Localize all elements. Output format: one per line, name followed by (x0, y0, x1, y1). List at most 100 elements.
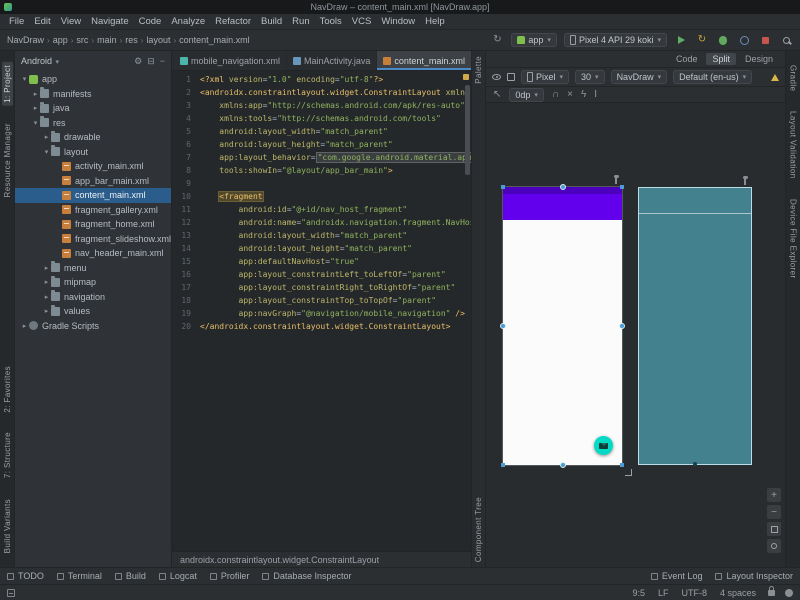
sync-project-button[interactable]: ↻ (490, 33, 504, 47)
tree-item-fragment-home-xml[interactable]: fragment_home.xml (15, 217, 171, 232)
code-line[interactable]: 2<androidx.constraintlayout.widget.Const… (172, 86, 471, 99)
expand-icon[interactable]: ▸ (42, 278, 51, 286)
tree-item-res[interactable]: ▾res (15, 116, 171, 131)
profiler-button[interactable] (737, 33, 751, 47)
constraint-anchor-right[interactable] (619, 323, 625, 329)
code-line[interactable]: 3 xmlns:app="http://schemas.android.com/… (172, 99, 471, 112)
menu-help[interactable]: Help (420, 16, 450, 27)
tree-item-gradle-scripts[interactable]: ▸Gradle Scripts (15, 319, 171, 334)
breadcrumb-main[interactable]: main (97, 35, 117, 45)
breadcrumb-app[interactable]: app (53, 35, 68, 45)
tree-item-activity-main-xml[interactable]: activity_main.xml (15, 159, 171, 174)
toolwindow-profiler[interactable]: Profiler (210, 571, 250, 581)
menu-analyze[interactable]: Analyze (166, 16, 210, 27)
tool-stripe-build-variants[interactable]: Build Variants (2, 496, 13, 556)
view-mode-design[interactable]: Design (739, 53, 779, 65)
code-line[interactable]: 9 (172, 177, 471, 190)
code-line[interactable]: 10 <fragment (172, 190, 471, 203)
menu-tools[interactable]: Tools (315, 16, 347, 27)
warning-icon[interactable] (771, 74, 779, 81)
zoom-out-button[interactable]: − (767, 505, 781, 519)
resize-corner-bottom-right[interactable] (620, 463, 624, 467)
tree-item-mipmap[interactable]: ▸mipmap (15, 275, 171, 290)
toolwindow-event-log[interactable]: Event Log (651, 571, 703, 581)
code-line[interactable]: 6 android:layout_height="match_parent" (172, 138, 471, 151)
component-tree-tab[interactable]: Component Tree (474, 497, 483, 562)
stop-button[interactable] (758, 33, 772, 47)
code-line[interactable]: 8 tools:showIn="@layout/app_bar_main"> (172, 164, 471, 177)
expand-icon[interactable]: ▸ (42, 133, 51, 141)
code-editor[interactable]: 1<?xml version="1.0" encoding="utf-8"?>2… (172, 71, 471, 551)
tool-stripe-device-file-explorer[interactable]: Device File Explorer (788, 196, 799, 282)
breadcrumb-navdraw[interactable]: NavDraw (7, 35, 44, 45)
resize-corner-top-right[interactable] (620, 185, 624, 189)
tool-stripe-gradle[interactable]: Gradle (788, 62, 799, 94)
menu-navigate[interactable]: Navigate (86, 16, 134, 27)
tree-item-drawable[interactable]: ▸drawable (15, 130, 171, 145)
view-mode-code[interactable]: Code (670, 53, 704, 65)
infer-constraints-icon[interactable]: ϟ (581, 90, 586, 100)
design-preview-phone[interactable] (503, 187, 622, 465)
expand-icon[interactable]: ▸ (42, 264, 51, 272)
design-canvas[interactable]: + − (486, 103, 785, 567)
view-options-icon[interactable] (492, 74, 501, 80)
editor-tab-mobile-navigation-xml[interactable]: mobile_navigation.xml (174, 51, 287, 70)
collapse-all-icon[interactable]: ⊟ (147, 56, 155, 67)
editor-scrollbar[interactable] (465, 85, 470, 175)
expand-icon[interactable]: ▾ (20, 75, 29, 83)
tree-item-app-bar-main-xml[interactable]: app_bar_main.xml (15, 174, 171, 189)
run-configuration-selector[interactable]: app ▾ (511, 33, 557, 47)
clear-constraints-icon[interactable]: × (567, 90, 573, 100)
breadcrumb-src[interactable]: src (76, 35, 88, 45)
resize-corner-bottom-left[interactable] (501, 463, 505, 467)
code-line[interactable]: 4 xmlns:tools="http://schemas.android.co… (172, 112, 471, 125)
locale-menu[interactable]: Default (en-us) ▾ (673, 70, 752, 84)
toolwindow-build[interactable]: Build (115, 571, 146, 581)
menu-run[interactable]: Run (287, 16, 314, 27)
select-tool-icon[interactable]: ↖ (493, 90, 501, 100)
editor-tab-content-main-xml[interactable]: content_main.xml (377, 51, 472, 70)
menu-edit[interactable]: Edit (29, 16, 55, 27)
expand-icon[interactable]: ▸ (42, 293, 51, 301)
tree-item-manifests[interactable]: ▸manifests (15, 87, 171, 102)
hide-panel-icon[interactable]: − (160, 56, 165, 66)
apply-changes-button[interactable]: ↻ (695, 33, 709, 47)
resize-corner-top-left[interactable] (501, 185, 505, 189)
zoom-to-fit-button[interactable] (767, 522, 781, 536)
menu-window[interactable]: Window (376, 16, 420, 27)
canvas-resize-handle[interactable] (625, 469, 632, 476)
constraint-anchor-left[interactable] (500, 323, 506, 329)
tool-stripe-layout-validation[interactable]: Layout Validation (788, 108, 799, 182)
device-selector[interactable]: Pixel 4 API 29 koki ▾ (564, 33, 667, 47)
status-lf[interactable]: LF (658, 588, 669, 598)
inspection-status-icon[interactable] (463, 74, 469, 80)
code-line[interactable]: 16 app:layout_constraintLeft_toLeftOf="p… (172, 268, 471, 281)
status-4-spaces[interactable]: 4 spaces (720, 588, 756, 598)
menu-build[interactable]: Build (256, 16, 287, 27)
pan-button[interactable] (767, 539, 781, 553)
view-mode-split[interactable]: Split (706, 53, 736, 65)
tree-item-nav-header-main-xml[interactable]: nav_header_main.xml (15, 246, 171, 261)
magnet-icon[interactable]: ∩ (552, 90, 559, 100)
code-line[interactable]: 13 android:layout_width="match_parent" (172, 229, 471, 242)
menu-view[interactable]: View (56, 16, 86, 27)
default-margin-selector[interactable]: 0dp ▾ (509, 88, 544, 102)
expand-icon[interactable]: ▾ (31, 119, 40, 127)
toolwindow-toggle-icon[interactable] (7, 589, 15, 597)
breadcrumb-res[interactable]: res (125, 35, 138, 45)
tree-item-java[interactable]: ▸java (15, 101, 171, 116)
settings-icon[interactable]: ⚙ (134, 56, 142, 67)
debug-button[interactable] (716, 33, 730, 47)
tree-item-navigation[interactable]: ▸navigation (15, 290, 171, 305)
code-line[interactable]: 15 app:defaultNavHost="true" (172, 255, 471, 268)
guidelines-icon[interactable]: I (594, 90, 597, 100)
inspections-profile-icon[interactable] (785, 589, 793, 597)
api-version-menu[interactable]: 30 ▾ (575, 70, 605, 84)
fab-preview[interactable] (594, 436, 613, 455)
expand-icon[interactable]: ▸ (31, 104, 40, 112)
lock-icon[interactable] (768, 590, 775, 596)
code-line[interactable]: 19 app:navGraph="@navigation/mobile_navi… (172, 307, 471, 320)
code-line[interactable]: 20</androidx.constraintlayout.widget.Con… (172, 320, 471, 333)
breadcrumb-content-main-xml[interactable]: content_main.xml (179, 35, 250, 45)
toolwindow-layout-inspector[interactable]: Layout Inspector (715, 571, 793, 581)
